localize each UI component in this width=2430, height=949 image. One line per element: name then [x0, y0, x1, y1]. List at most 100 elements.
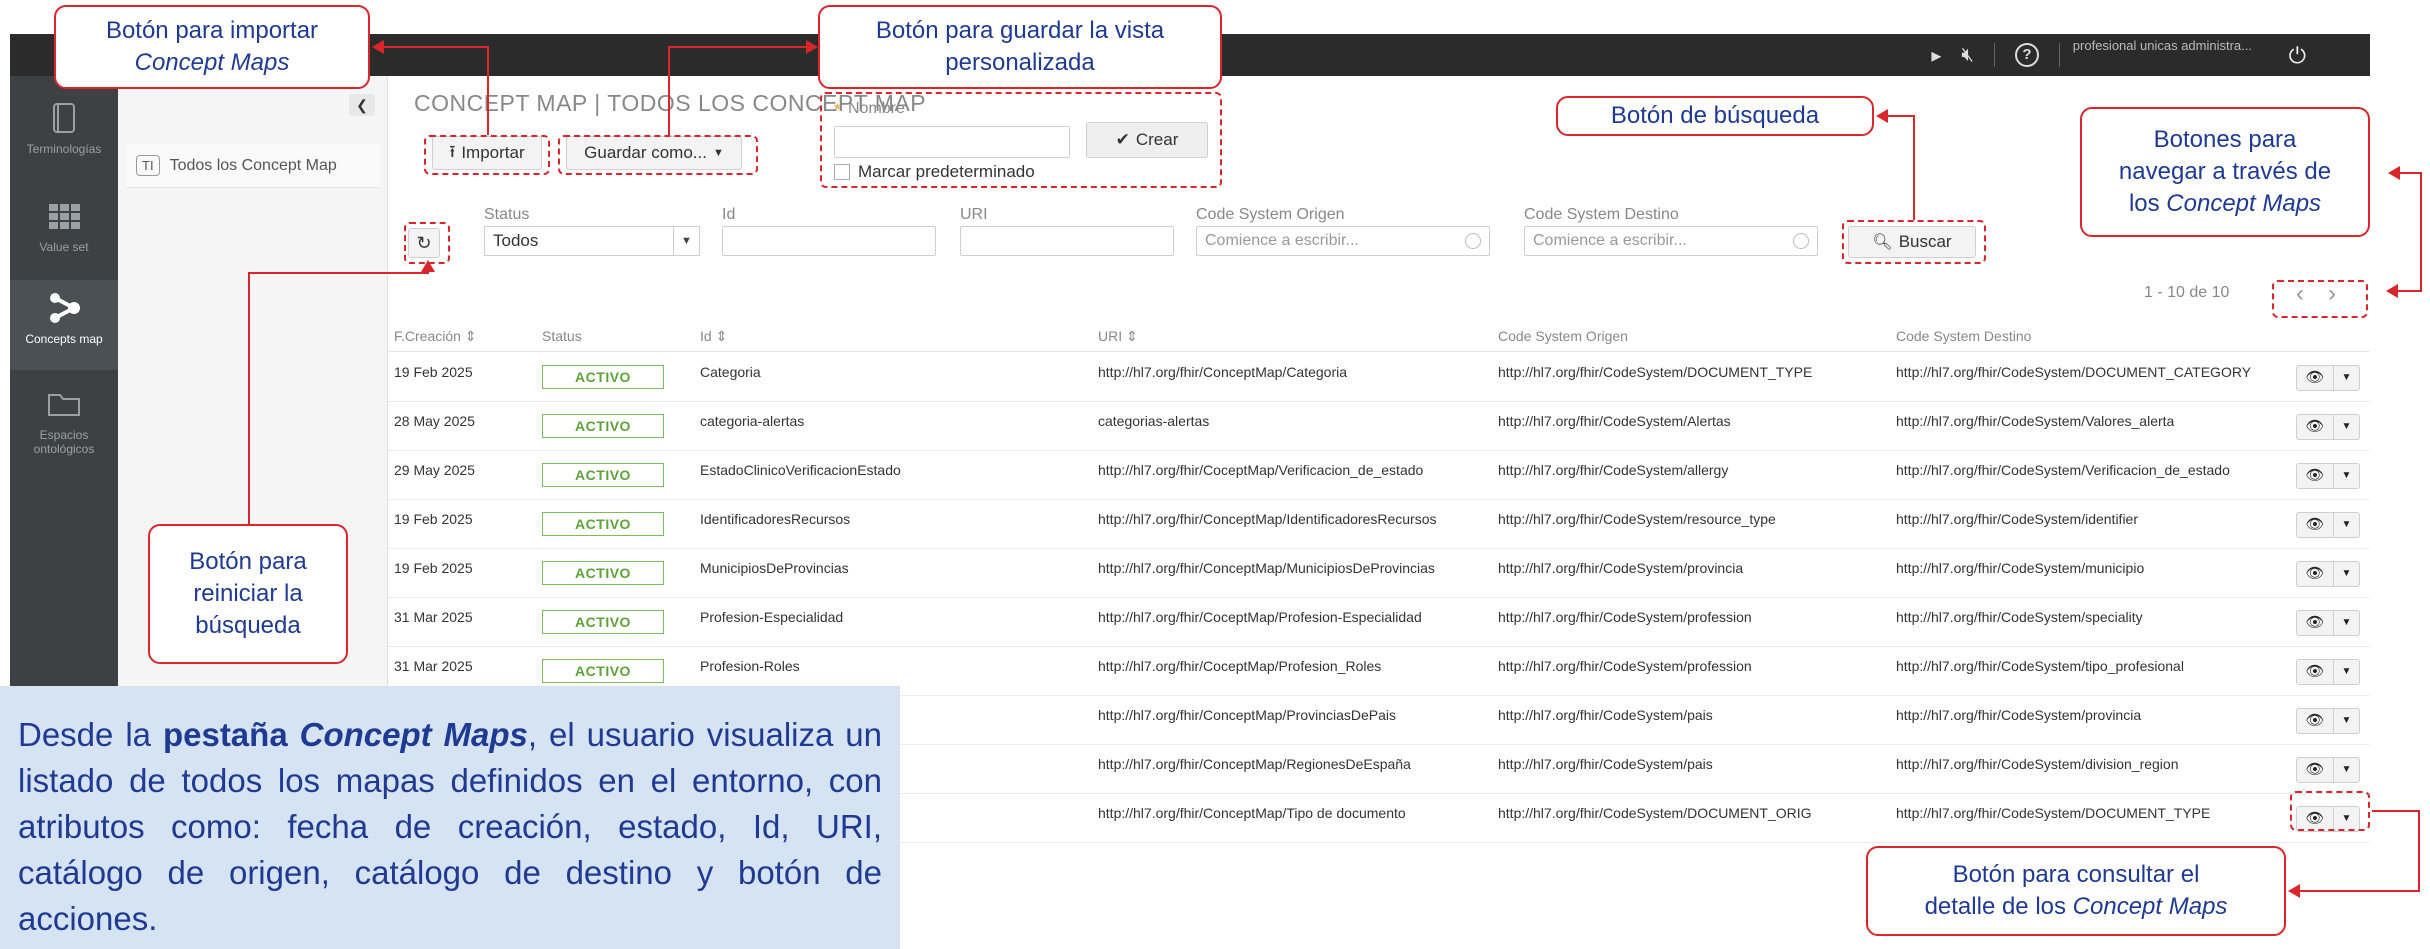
rail-item-value-set[interactable]: Value set [10, 188, 118, 278]
desc-text: Desde la [18, 716, 163, 753]
col-id[interactable]: Id ⇕ [700, 328, 727, 345]
caret-down-icon[interactable]: ▼ [2334, 463, 2360, 489]
eye-icon[interactable]: 👁︎ [2296, 414, 2334, 440]
caret-down-icon[interactable]: ▼ [2334, 708, 2360, 734]
connector-line [2298, 890, 2420, 892]
cell-origin: http://hl7.org/fhir/CodeSystem/professio… [1498, 609, 1752, 625]
col-uri[interactable]: URI ⇕ [1098, 328, 1138, 345]
help-icon[interactable]: ? [2015, 43, 2039, 67]
eye-icon[interactable]: 👁︎ [2296, 463, 2334, 489]
cell-dest: http://hl7.org/fhir/CodeSystem/Valores_a… [1896, 413, 2175, 429]
status-badge: ACTIVO [542, 414, 664, 438]
list-item-all-concept-maps[interactable]: TI Todos los Concept Map [126, 144, 380, 188]
callout-text-line: los Concept Maps [2129, 188, 2321, 220]
rail-item-label: Concepts map [25, 332, 103, 346]
cell-origin: http://hl7.org/fhir/CodeSystem/provincia [1498, 560, 1744, 576]
caret-down-icon[interactable]: ▼ [2334, 659, 2360, 685]
connector-line [668, 46, 670, 135]
row-actions: 👁︎ ▼ [2296, 561, 2368, 587]
callout-text-line: detalle de los Concept Maps [1925, 891, 2228, 923]
eye-icon[interactable]: 👁︎ [2296, 561, 2334, 587]
collapse-panel-button[interactable]: ❮ [349, 94, 375, 116]
col-status: Status [542, 328, 582, 344]
eye-icon[interactable]: 👁︎ [2296, 365, 2334, 391]
uri-filter-input[interactable] [960, 226, 1174, 256]
callout-text: personalizada [945, 49, 1095, 76]
highlight-pager [2272, 280, 2368, 318]
cell-dest: http://hl7.org/fhir/CodeSystem/specialit… [1896, 609, 2143, 625]
cell-origin: http://hl7.org/fhir/CodeSystem/pais [1498, 707, 1713, 723]
rail-item-terminologias[interactable]: Terminologías [10, 90, 118, 180]
status-filter-select[interactable]: Todos ▼ [484, 226, 700, 256]
caret-down-icon[interactable]: ▼ [2334, 610, 2360, 636]
row-actions: 👁︎ ▼ [2296, 365, 2368, 391]
highlight-actions [2290, 791, 2370, 831]
caret-down-icon[interactable]: ▼ [2334, 414, 2360, 440]
table-row: 29 May 2025 EstadoClinicoVerificacionEsta… [388, 451, 2370, 500]
callout-reset: Botón para reiniciar la búsqueda [148, 524, 348, 664]
col-origin: Code System Origen [1498, 328, 1628, 344]
eye-icon[interactable]: 👁︎ [2296, 512, 2334, 538]
highlight-save-as [558, 135, 758, 175]
rail-item-concepts-map[interactable]: Concepts map [10, 280, 118, 370]
caret-down-icon[interactable]: ▼ [2334, 512, 2360, 538]
connector-line [1888, 115, 1914, 117]
rail-item-espacios[interactable]: Espacios ontológicos [10, 376, 118, 466]
id-filter-input[interactable] [722, 226, 936, 256]
callout-search: Botón de búsqueda [1556, 96, 1874, 136]
cell-origin: http://hl7.org/fhir/CodeSystem/resource_… [1498, 511, 1776, 527]
callout-text: los [2128, 190, 2167, 217]
callout-text: Botones para [2153, 126, 2297, 153]
callout-text-em: Concept Maps [134, 49, 290, 76]
cell-origin: http://hl7.org/fhir/CodeSystem/pais [1498, 756, 1713, 772]
status-badge: ACTIVO [542, 463, 664, 487]
eye-icon[interactable]: 👁︎ [2296, 757, 2334, 783]
user-name[interactable]: profesional unicas administra... [2073, 38, 2252, 53]
callout-text-em: Concept Maps [2166, 190, 2322, 217]
cell-dest: http://hl7.org/fhir/CodeSystem/DOCUMENT_… [1896, 364, 2252, 380]
cell-date: 31 Mar 2025 [394, 609, 473, 625]
spinner-icon [1465, 233, 1481, 249]
connector-line [2400, 172, 2422, 174]
description-box: Desde la pestaña Concept Maps, el usuari… [0, 686, 900, 949]
table-row: 31 Mar 2025 Profesion-Especialidad http://… [388, 598, 2370, 647]
ti-badge: TI [136, 155, 160, 176]
origin-filter-input[interactable]: Comience a escribir... [1196, 226, 1490, 256]
connector-line [2420, 172, 2422, 292]
spinner-icon [1793, 233, 1809, 249]
arrow-head [421, 260, 435, 272]
eye-icon[interactable]: 👁︎ [2296, 610, 2334, 636]
play-icon[interactable]: ▸ [1931, 43, 1941, 68]
callout-text: Botón para importar [105, 17, 319, 44]
callout-import: Botón para importar Concept Maps [54, 5, 370, 89]
cell-origin: http://hl7.org/fhir/CodeSystem/Alertas [1498, 413, 1731, 429]
cell-uri: http://hl7.org/fhir/CoceptMap/Verificaci… [1098, 462, 1424, 478]
arrow-head [2288, 884, 2300, 898]
mic-off-icon[interactable]: 🔇︎ [1961, 44, 1974, 67]
caret-down-icon[interactable]: ▼ [2334, 365, 2360, 391]
caret-down-icon[interactable]: ▼ [2334, 561, 2360, 587]
row-actions: 👁︎ ▼ [2296, 463, 2368, 489]
top-bar-icons: ▸ 🔇︎ ? [1931, 34, 2060, 76]
col-dest: Code System Destino [1896, 328, 2032, 344]
dest-placeholder: Comience a escribir... [1533, 232, 1687, 249]
caret-down-icon[interactable]: ▼ [2334, 757, 2360, 783]
connector-line [1913, 115, 1915, 220]
cell-id: categoria-alertas [700, 413, 805, 429]
cell-dest: http://hl7.org/fhir/CodeSystem/tipo_prof… [1896, 658, 2184, 674]
power-icon[interactable]: ⏻ [2289, 43, 2306, 69]
dest-filter-input[interactable]: Comience a escribir... [1524, 226, 1818, 256]
eye-icon[interactable]: 👁︎ [2296, 708, 2334, 734]
cell-uri: http://hl7.org/fhir/CoceptMap/Profesion_… [1098, 658, 1382, 674]
status-badge: ACTIVO [542, 659, 664, 683]
origin-placeholder: Comience a escribir... [1205, 232, 1359, 249]
col-date[interactable]: F.Creación ⇕ [394, 328, 477, 345]
table-row: 28 May 2025 categoria-alertas categorias-a… [388, 402, 2370, 451]
callout-navigate: Botones para navegar a través de los Con… [2080, 107, 2370, 237]
highlight-search [1842, 220, 1986, 264]
callout-text: navegar a través de [2118, 158, 2332, 185]
cell-dest: http://hl7.org/fhir/CodeSystem/DOCUMENT_… [1896, 805, 2211, 821]
eye-icon[interactable]: 👁︎ [2296, 659, 2334, 685]
arrow-head [806, 40, 818, 54]
caret-down-icon: ▼ [673, 227, 699, 255]
